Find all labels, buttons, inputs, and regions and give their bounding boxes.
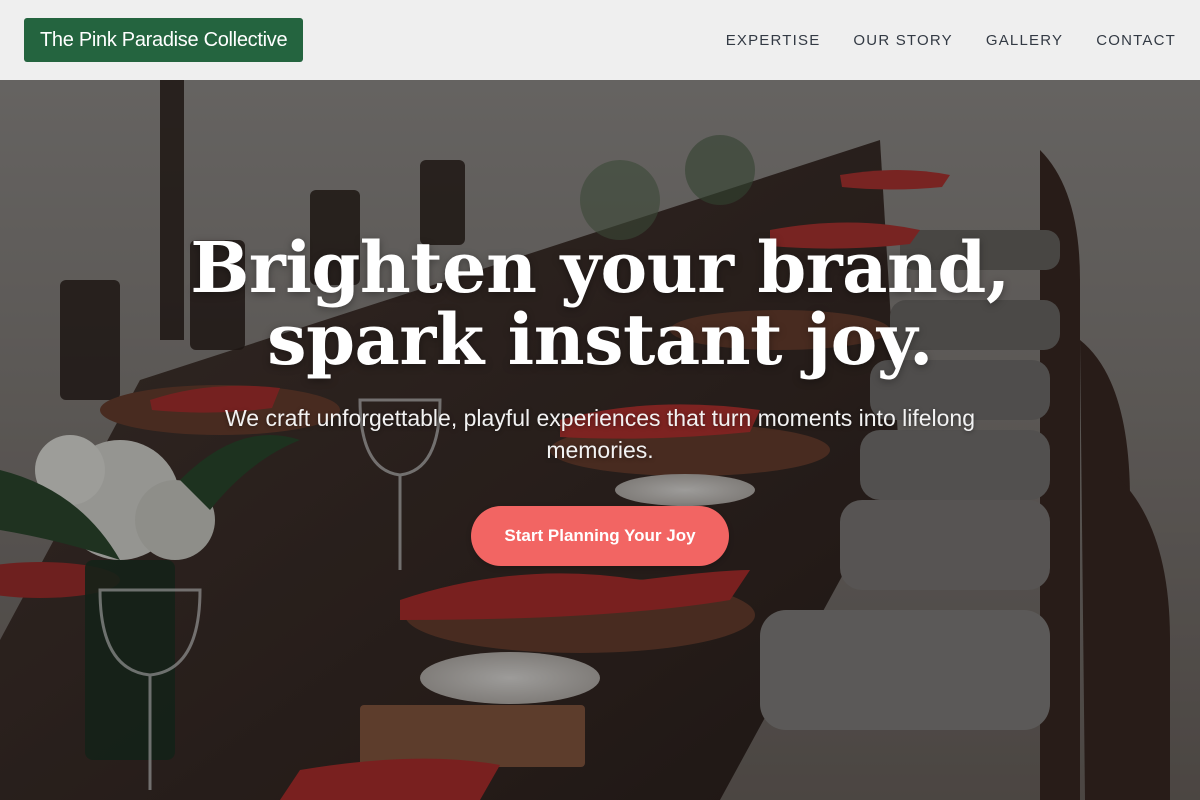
hero-content: Brighten your brand, spark instant joy. … bbox=[0, 232, 1200, 566]
nav-link-expertise[interactable]: EXPERTISE bbox=[726, 32, 821, 49]
hero-section: Brighten your brand, spark instant joy. … bbox=[0, 0, 1200, 800]
nav-link-our-story[interactable]: OUR STORY bbox=[853, 32, 952, 49]
hero-headline-line2: spark instant joy. bbox=[267, 298, 933, 381]
main-nav: EXPERTISE OUR STORY GALLERY CONTACT bbox=[726, 32, 1176, 49]
hero-headline-line1: Brighten your brand, bbox=[190, 226, 1010, 309]
hero-headline: Brighten your brand, spark instant joy. bbox=[0, 232, 1200, 376]
nav-link-contact[interactable]: CONTACT bbox=[1096, 32, 1176, 49]
start-planning-button[interactable]: Start Planning Your Joy bbox=[471, 506, 729, 566]
hero-subheadline: We craft unforgettable, playful experien… bbox=[224, 405, 976, 463]
nav-link-gallery[interactable]: GALLERY bbox=[986, 32, 1063, 49]
site-header: The Pink Paradise Collective EXPERTISE O… bbox=[0, 0, 1200, 80]
brand-logo[interactable]: The Pink Paradise Collective bbox=[24, 18, 304, 62]
